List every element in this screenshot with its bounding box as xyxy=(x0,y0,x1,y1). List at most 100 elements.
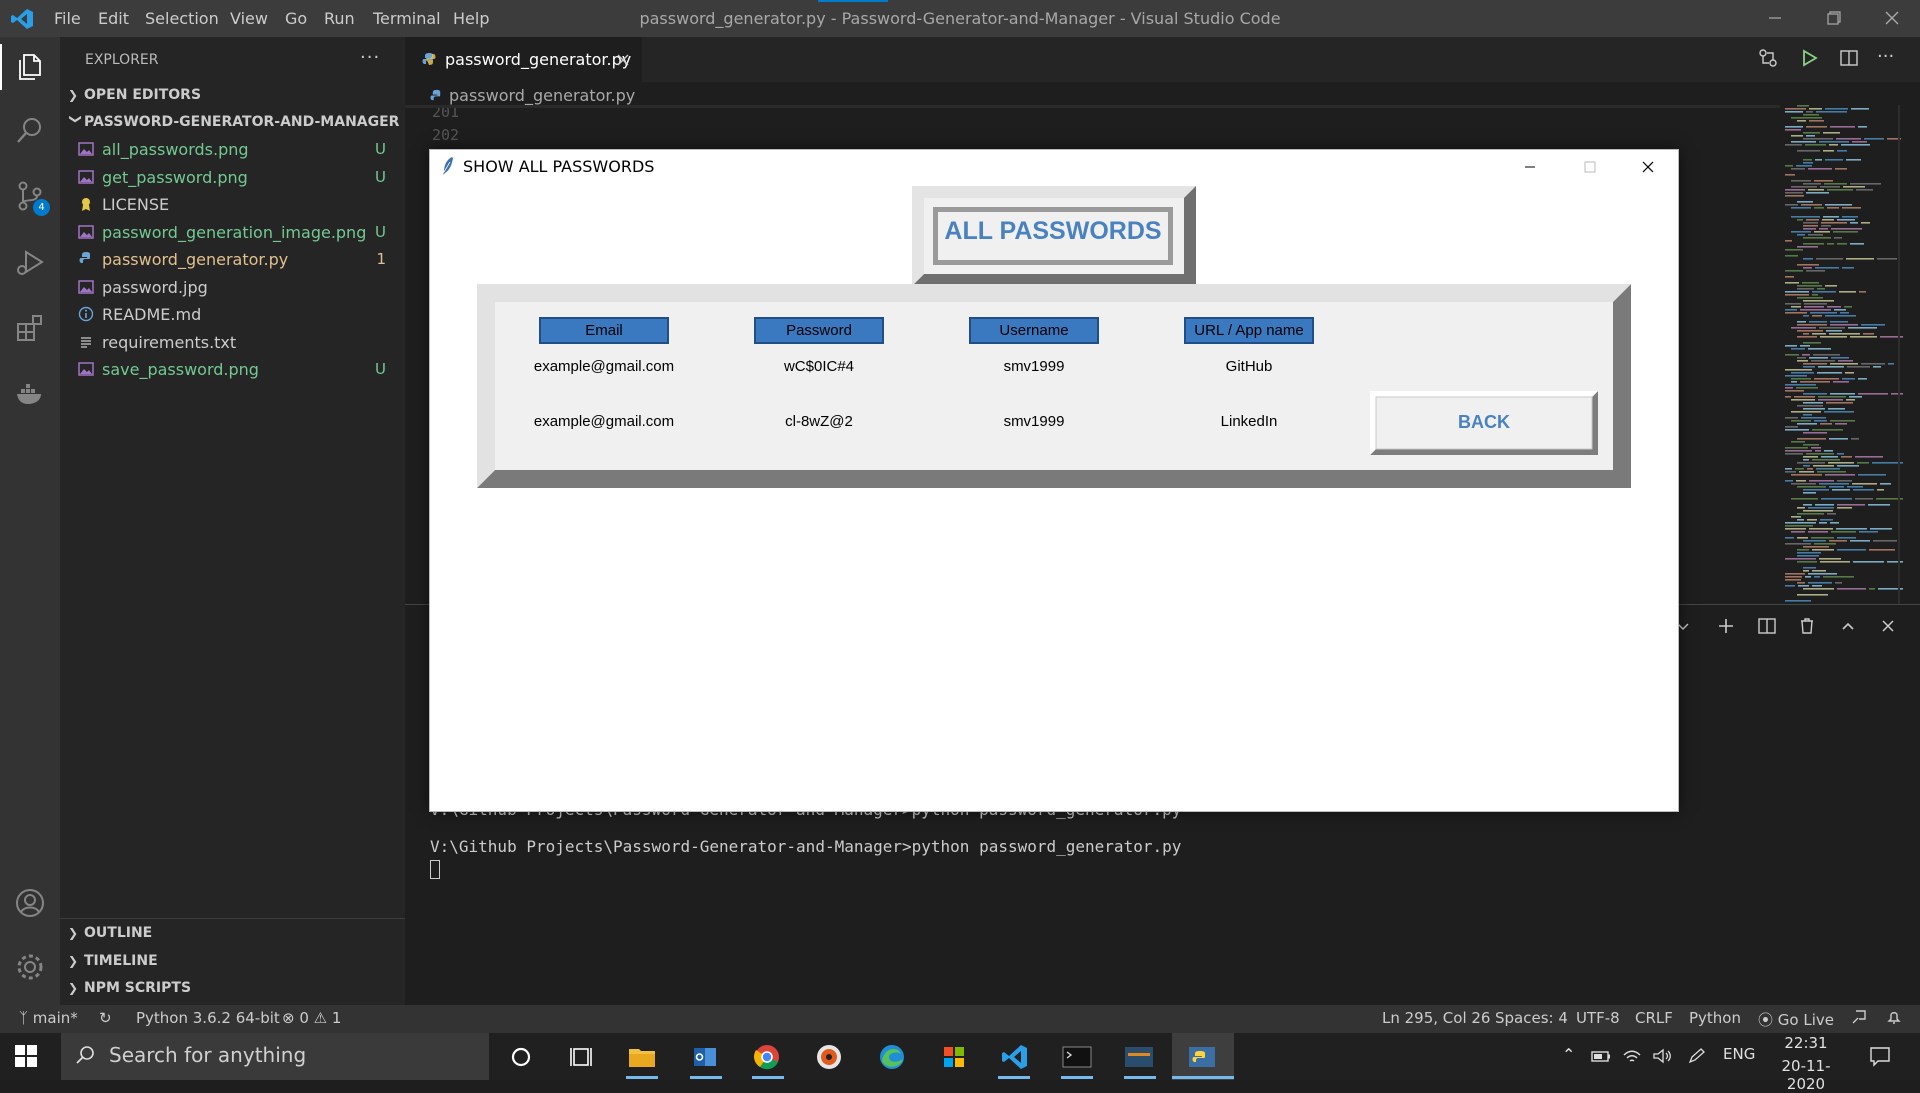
store-icon[interactable] xyxy=(935,1039,973,1075)
npm-scripts-section[interactable]: ❯ NPM SCRIPTS xyxy=(68,980,191,996)
minimap-code-line xyxy=(1850,540,1870,542)
tab-password-generator[interactable]: password_generator.py xyxy=(405,37,642,82)
clock-date[interactable]: 20-11-2020 xyxy=(1764,1057,1848,1093)
tk-maximize-icon[interactable] xyxy=(1580,157,1600,177)
go-live[interactable]: ⦿ Go Live xyxy=(1758,1009,1834,1030)
minimap-code-line xyxy=(1791,411,1821,413)
outlook-icon[interactable] xyxy=(686,1039,724,1075)
terminal-cursor[interactable] xyxy=(430,860,440,879)
minimap-code-line xyxy=(1845,372,1854,374)
minimap-code-line xyxy=(1848,327,1877,329)
tk-minimize-icon[interactable] xyxy=(1520,157,1540,177)
close-icon[interactable] xyxy=(1880,6,1904,30)
python-tk-icon[interactable] xyxy=(1183,1039,1221,1075)
running-indicator xyxy=(1124,1076,1156,1079)
feedback-icon[interactable] xyxy=(1849,1007,1869,1027)
split-terminal-icon[interactable] xyxy=(1756,615,1778,637)
end-of-line[interactable]: CRLF xyxy=(1635,1009,1673,1027)
compare-changes-icon[interactable] xyxy=(1757,47,1779,69)
pen-icon[interactable] xyxy=(1686,1046,1708,1066)
minimap-code-line xyxy=(1785,270,1803,272)
encoding[interactable]: UTF-8 xyxy=(1576,1009,1620,1027)
minimap-code-line xyxy=(1873,366,1881,368)
git-branch[interactable]: ᛉ main* xyxy=(19,1009,78,1027)
chrome-icon[interactable] xyxy=(748,1039,786,1075)
open-editors-section[interactable]: ❯ OPEN EDITORS xyxy=(68,87,201,103)
cortana-icon[interactable] xyxy=(502,1039,540,1075)
problems-indicator[interactable]: ⊗ 0 ⚠ 1 xyxy=(282,1009,341,1027)
minimap-code-line xyxy=(1850,243,1864,245)
column-header[interactable]: Password xyxy=(754,317,884,344)
minimap-code-line xyxy=(1808,189,1824,191)
language-mode[interactable]: Python xyxy=(1689,1009,1741,1027)
more-actions-icon[interactable]: ··· xyxy=(360,47,380,68)
file-item[interactable]: save_password.png U xyxy=(78,357,396,384)
column-header[interactable]: Email xyxy=(539,317,669,344)
minimap-code-line xyxy=(1837,537,1856,539)
mysql-icon[interactable] xyxy=(1120,1039,1158,1075)
minimap-code-line xyxy=(1827,513,1836,515)
file-item[interactable]: all_passwords.png U xyxy=(78,137,396,164)
file-item[interactable]: password_generator.py 1 xyxy=(78,247,396,274)
indentation[interactable]: Spaces: 4 xyxy=(1495,1009,1568,1027)
minimap-code-line xyxy=(1837,507,1852,509)
minimize-icon[interactable] xyxy=(1763,6,1787,30)
notifications-icon[interactable] xyxy=(1884,1007,1904,1027)
file-item[interactable]: README.md xyxy=(78,302,396,329)
minimap-code-line xyxy=(1785,129,1801,131)
chevron-right-icon: ❯ xyxy=(68,88,79,102)
file-explorer-icon[interactable] xyxy=(623,1039,661,1075)
breadcrumb[interactable]: password_generator.py xyxy=(430,86,635,105)
column-header[interactable]: Username xyxy=(969,317,1099,344)
editor-scrollbar[interactable] xyxy=(1898,105,1900,605)
python-interpreter[interactable]: Python 3.6.2 64-bit xyxy=(136,1009,280,1027)
task-view-icon[interactable] xyxy=(563,1039,601,1075)
outline-section[interactable]: ❯ OUTLINE xyxy=(68,925,152,941)
tk-close-icon[interactable] xyxy=(1638,157,1658,177)
file-item[interactable]: LICENSE xyxy=(78,192,396,219)
edge-icon[interactable] xyxy=(873,1039,911,1075)
table-cell: smv1999 xyxy=(1003,413,1065,430)
accounts-icon[interactable] xyxy=(14,887,46,919)
windows-start-icon[interactable] xyxy=(14,1044,38,1068)
sync-icon[interactable]: ↻ xyxy=(99,1009,112,1027)
action-center-icon[interactable] xyxy=(1868,1044,1892,1068)
gear-icon[interactable] xyxy=(14,951,46,983)
file-item[interactable]: get_password.png U xyxy=(78,165,396,192)
input-language[interactable]: ENG xyxy=(1723,1045,1755,1063)
restore-icon[interactable] xyxy=(1822,6,1846,30)
wifi-icon[interactable] xyxy=(1621,1046,1643,1066)
file-item[interactable]: password.jpg xyxy=(78,275,396,302)
close-tab-icon[interactable] xyxy=(616,53,630,67)
media-player-icon[interactable] xyxy=(810,1039,848,1075)
battery-icon[interactable] xyxy=(1590,1046,1612,1066)
file-item[interactable]: requirements.txt xyxy=(78,330,396,357)
trash-icon[interactable] xyxy=(1796,615,1818,637)
terminal-icon[interactable] xyxy=(1058,1039,1096,1075)
search-icon[interactable] xyxy=(14,114,46,146)
docker-icon[interactable] xyxy=(14,378,46,410)
volume-icon[interactable] xyxy=(1651,1046,1673,1066)
minimap[interactable] xyxy=(1785,105,1905,605)
minimap-code-line xyxy=(1796,480,1806,482)
minimap-code-line xyxy=(1803,444,1819,446)
extensions-icon[interactable] xyxy=(14,312,46,344)
timeline-section[interactable]: ❯ TIMELINE xyxy=(68,953,158,969)
new-terminal-icon[interactable] xyxy=(1715,615,1737,637)
file-item[interactable]: password_generation_image.png U xyxy=(78,220,396,247)
clock-time[interactable]: 22:31 xyxy=(1770,1034,1842,1052)
close-panel-icon[interactable] xyxy=(1877,615,1899,637)
editor-more-icon[interactable]: ··· xyxy=(1877,46,1894,67)
minimap-code-line xyxy=(1821,222,1847,224)
split-editor-icon[interactable] xyxy=(1838,47,1860,69)
maximize-panel-icon[interactable] xyxy=(1837,615,1859,637)
vscode-taskbar-icon[interactable] xyxy=(996,1039,1034,1075)
explorer-files-icon[interactable] xyxy=(14,51,46,83)
minimap-code-line xyxy=(1815,450,1821,452)
run-debug-icon[interactable] xyxy=(14,246,46,278)
column-header[interactable]: URL / App name xyxy=(1184,317,1314,344)
run-python-file-icon[interactable] xyxy=(1798,47,1820,69)
project-section[interactable]: ❯PASSWORD-GENERATOR-AND-MANAGER xyxy=(68,114,399,130)
show-hidden-icons[interactable]: ⌃ xyxy=(1562,1045,1575,1064)
cursor-position[interactable]: Ln 295, Col 26 xyxy=(1382,1009,1490,1027)
